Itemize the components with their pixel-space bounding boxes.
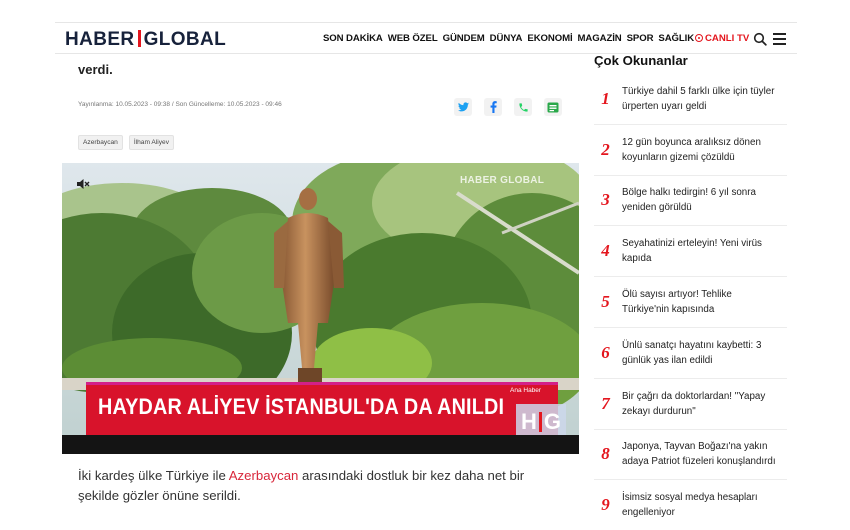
share-facebook-button[interactable] — [484, 98, 502, 116]
most-read-rank: 7 — [601, 393, 610, 413]
most-read-headline: Japonya, Tayvan Boğazı'na yakın adaya Pa… — [622, 441, 776, 468]
most-read-item[interactable]: 8 Japonya, Tayvan Boğazı'na yakın adaya P… — [594, 429, 787, 481]
most-read-rank: 6 — [601, 342, 610, 362]
share-whatsapp-button[interactable] — [514, 98, 532, 116]
channel-bug-left: H — [520, 409, 537, 434]
nav-item-saglik[interactable]: SAĞLIK — [658, 33, 694, 44]
facebook-icon — [490, 101, 497, 113]
most-read-item[interactable]: 5 Ölü sayısı artıyor! Tehlike Türkiye'nin… — [594, 277, 787, 328]
live-dot-icon — [695, 34, 703, 42]
article-lead-tail: verdi. — [78, 62, 113, 77]
most-read-rank: 8 — [601, 444, 610, 464]
main-nav: SON DAKİKA WEB ÖZEL GÜNDEM DÜNYA EKONOMİ… — [323, 33, 694, 44]
publish-dates: Yayınlanma: 10.05.2023 - 09:38 / Son Gün… — [78, 101, 282, 108]
twitter-icon — [457, 102, 469, 112]
most-read-item[interactable]: 1 Türkiye dahil 5 farklı ülke için tüyler… — [594, 74, 787, 125]
most-read-rank: 5 — [601, 292, 610, 312]
logo-right: GLOBAL — [143, 29, 227, 50]
menu-icon[interactable] — [773, 33, 786, 45]
video-lower-third: HAYDAR ALİYEV İSTANBUL'DA DA ANILDI — [86, 382, 558, 435]
most-read-headline: Ünlü sanatçı hayatını kaybetti: 3 günlük… — [622, 339, 762, 366]
share-twitter-button[interactable] — [454, 98, 472, 116]
video-headline: HAYDAR ALİYEV İSTANBUL'DA DA ANILDI — [98, 394, 505, 419]
tag-ilham-aliyev[interactable]: İlham Aliyev — [128, 135, 175, 150]
nav-item-ekonomi[interactable]: EKONOMİ — [527, 33, 572, 44]
most-read-headline: İsimsiz sosyal medya hesapları engelleni… — [622, 492, 758, 519]
nav-item-son-dakika[interactable]: SON DAKİKA — [323, 33, 383, 44]
whatsapp-icon — [518, 102, 528, 112]
nav-item-spor[interactable]: SPOR — [627, 33, 654, 44]
most-read-headline: Türkiye dahil 5 farklı ülke için tüyler … — [622, 85, 775, 112]
most-read-rank: 1 — [601, 88, 610, 108]
most-read-rank: 3 — [601, 190, 610, 210]
most-read-item[interactable]: 9 İsimsiz sosyal medya hesapları engellen… — [594, 480, 787, 530]
article-body-paragraph: İki kardeş ülke Türkiye ile Azerbaycan a… — [78, 466, 558, 506]
tag-list: Azerbaycan İlham Aliyev — [78, 135, 175, 150]
most-read-headline: Bir çağrı da doktorlardan! "Yapay zekayı… — [622, 390, 766, 417]
most-read-headline: Seyahatinizi erteleyin! Yeni virüs kapıd… — [622, 238, 762, 265]
logo-left: HABER — [65, 29, 135, 50]
mute-icon[interactable] — [76, 178, 90, 190]
search-icon[interactable] — [753, 32, 767, 46]
live-tv-label: CANLI TV — [705, 33, 750, 44]
channel-bug-right: G — [543, 409, 561, 434]
most-read-headline: Bölge halkı tedirgin! 6 yıl sonra yenide… — [622, 187, 756, 214]
nav-item-dunya[interactable]: DÜNYA — [490, 33, 523, 44]
tag-azerbaycan[interactable]: Azerbaycan — [78, 135, 123, 150]
most-read-sidebar: Çok Okunanlar 1 Türkiye dahil 5 farklı ül… — [588, 48, 792, 530]
body-link-azerbaycan[interactable]: Azerbaycan — [229, 468, 299, 483]
channel-bug-bar — [538, 412, 542, 432]
nav-item-gundem[interactable]: GÜNDEM — [443, 33, 485, 44]
video-player[interactable]: HABER GLOBAL HAYDAR ALİYEV İSTANBUL'DA D… — [62, 163, 579, 454]
video-bottom-bar — [62, 435, 579, 454]
most-read-rank: 4 — [601, 241, 610, 261]
lower-third-stripe — [86, 382, 558, 385]
most-read-rank: 9 — [601, 495, 610, 515]
most-read-list: 1 Türkiye dahil 5 farklı ülke için tüyler… — [594, 74, 787, 530]
article: verdi. Yayınlanma: 10.05.2023 - 09:38 / … — [62, 54, 579, 530]
nav-item-magazin[interactable]: MAGAZİN — [578, 33, 622, 44]
most-read-rank: 2 — [601, 139, 610, 159]
most-read-item[interactable]: 3 Bölge halkı tedirgin! 6 yıl sonra yenid… — [594, 175, 787, 227]
most-read-item[interactable]: 6 Ünlü sanatçı hayatını kaybetti: 3 günlü… — [594, 327, 787, 379]
nav-item-web-ozel[interactable]: WEB ÖZEL — [388, 33, 438, 44]
most-read-item[interactable]: 4 Seyahatinizi erteleyin! Yeni virüs kapı… — [594, 226, 787, 278]
body-text-before: İki kardeş ülke Türkiye ile — [78, 468, 229, 483]
program-label: Ana Haber — [510, 387, 542, 394]
most-read-headline: 12 gün boyunca aralıksız dönen koyunları… — [622, 136, 761, 163]
video-watermark: HABER GLOBAL — [460, 175, 545, 186]
most-read-item[interactable]: 2 12 gün boyunca aralıksız dönen koyunlar… — [594, 124, 787, 176]
site-logo[interactable]: HABER GLOBAL — [65, 29, 226, 51]
most-read-headline: Ölü sayısı artıyor! Tehlike Türkiye'nin … — [622, 289, 732, 316]
logo-separator — [137, 30, 141, 47]
google-news-icon — [547, 102, 559, 112]
most-read-title: Çok Okunanlar — [594, 53, 688, 68]
google-news-button[interactable] — [544, 98, 562, 116]
live-tv-link[interactable]: CANLI TV — [695, 33, 749, 44]
most-read-item[interactable]: 7 Bir çağrı da doktorlardan! "Yapay zekay… — [594, 378, 787, 430]
